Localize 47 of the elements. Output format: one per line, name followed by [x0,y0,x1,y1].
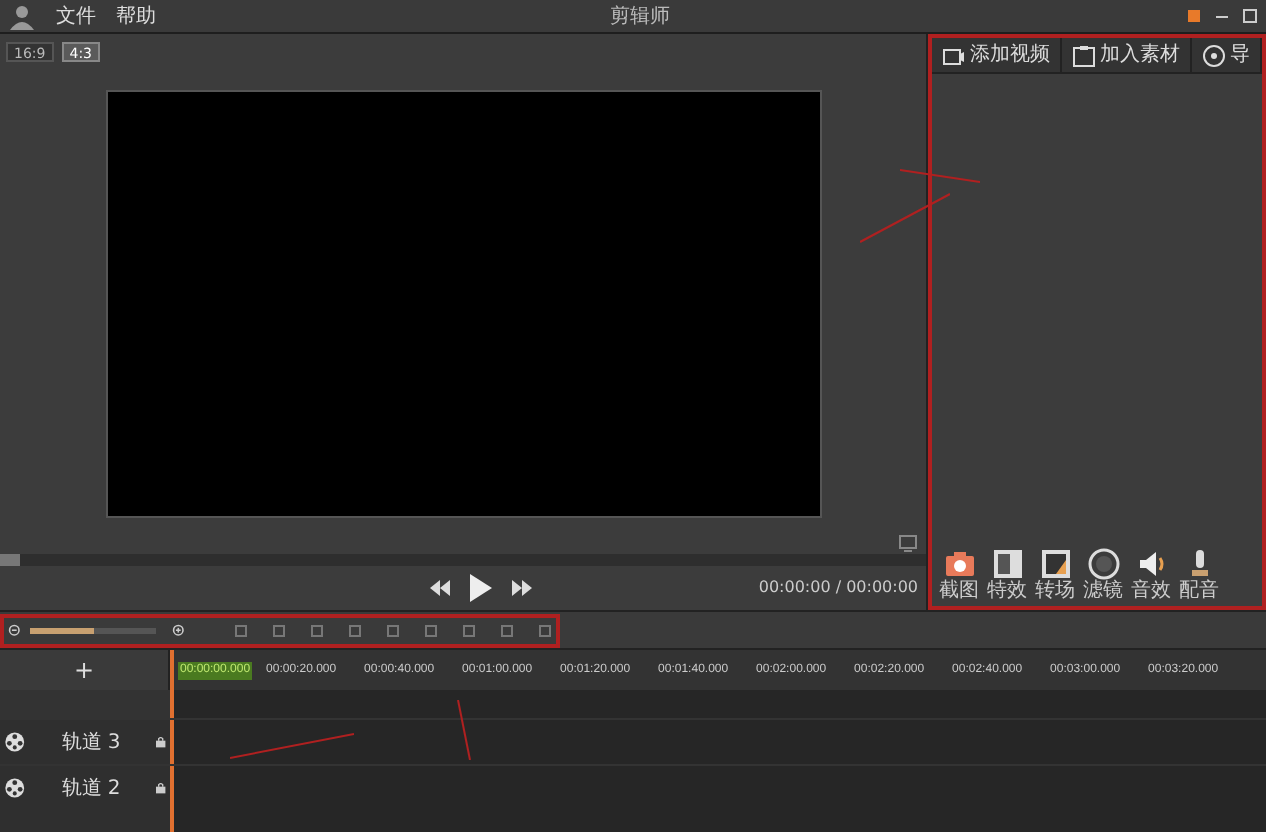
speaker-icon [1135,548,1167,580]
toolbar-icon[interactable] [348,623,363,637]
lock-icon[interactable] [156,734,166,750]
leader-line [456,700,472,760]
camera-icon [943,548,975,580]
toolbar-icon[interactable] [500,623,515,637]
tool-button[interactable]: 配音 [1176,548,1222,602]
tool-button[interactable]: 特效 [984,548,1030,602]
tool-button[interactable]: 转场 [1032,548,1078,602]
rewind-icon[interactable] [430,580,450,596]
track-label: 轨道 2 [61,775,121,803]
side-tab[interactable]: 添加视频 [932,38,1062,72]
side-tab[interactable]: 加入素材 [1062,38,1192,72]
maximize-icon[interactable] [1242,8,1258,24]
window-title: 剪辑师 [610,3,670,31]
side-tab[interactable]: 导 [1192,38,1262,72]
tool-button[interactable]: 音效 [1128,548,1174,602]
zoom-slider-track[interactable] [30,627,156,633]
frame-icon [991,548,1023,580]
progress-track[interactable] [0,554,926,566]
screen-icon[interactable] [898,534,918,554]
toolbar-icon[interactable] [462,623,477,637]
tool-button[interactable]: 截图 [936,548,982,602]
toolbar-icon[interactable] [424,623,439,637]
toolbar-icon[interactable] [386,623,401,637]
zoom-out-icon[interactable] [8,621,23,639]
menu-item[interactable]: 帮助 [116,1,156,31]
zoom-in-icon[interactable] [171,621,187,639]
toolbar-icon[interactable] [272,623,287,637]
menu-item[interactable]: 文件 [56,1,96,31]
leader-line [230,732,354,760]
toolbar-icon[interactable] [310,623,325,637]
frame-icon [1039,548,1071,580]
tool-button[interactable]: 滤镜 [1080,548,1126,602]
fast-forward-icon[interactable] [512,580,532,596]
lock-icon[interactable] [156,780,166,796]
time-display: 00:00:00 / 00:00:00 [758,576,918,600]
add-track-button[interactable]: + [0,650,170,690]
dial-icon [1087,548,1119,580]
reel-icon [1202,43,1226,67]
toolbar-icon[interactable] [538,623,553,637]
user-avatar-icon [8,2,36,30]
box-icon [1072,43,1096,67]
toolbar-icon[interactable] [234,623,249,637]
track-label: 轨道 3 [61,729,121,757]
play-icon[interactable] [470,574,492,602]
camera-icon [942,43,966,67]
